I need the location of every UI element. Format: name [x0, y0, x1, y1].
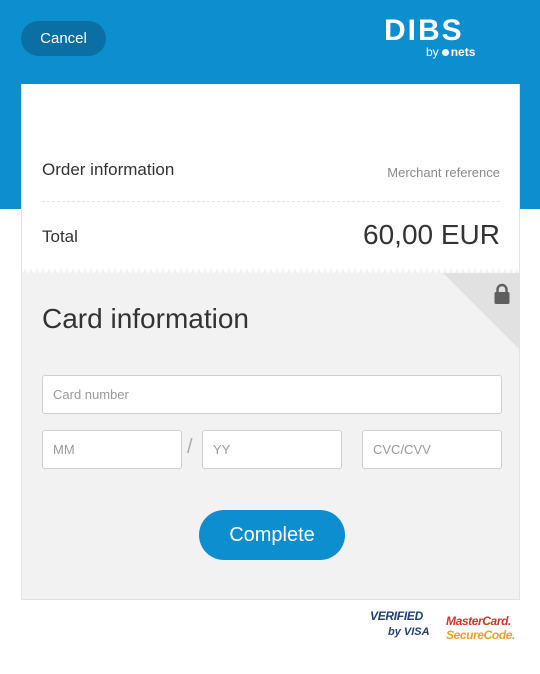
- date-separator: /: [187, 436, 193, 458]
- lock-icon: [494, 283, 510, 304]
- mastercard-text: MasterCard.: [446, 614, 511, 628]
- verified-by-visa-badge: VERIFIED by VISA: [370, 609, 430, 645]
- complete-button[interactable]: Complete: [199, 510, 345, 560]
- order-information-label: Order information: [42, 160, 175, 179]
- card-number-input[interactable]: [42, 375, 502, 414]
- merchant-reference: Merchant reference: [387, 165, 500, 180]
- total-value: 60,00 EUR: [363, 219, 500, 250]
- logo-nets: nets: [450, 45, 476, 59]
- logo-by: by: [426, 45, 439, 59]
- securecode-text: SecureCode.: [446, 628, 515, 642]
- mastercard-securecode-badge: MasterCard. SecureCode.: [446, 614, 518, 644]
- nets-dot-icon: [441, 49, 449, 57]
- payment-card: Order information Merchant reference Tot…: [21, 84, 520, 600]
- total-label: Total: [42, 227, 78, 246]
- expiry-year-input[interactable]: [202, 430, 342, 469]
- order-divider: [42, 201, 500, 202]
- expiry-month-input[interactable]: [42, 430, 182, 469]
- logo-wordmark: DIBS: [384, 14, 464, 47]
- dibs-logo: DIBS by nets: [384, 14, 484, 64]
- card-information-title: Card information: [42, 303, 249, 334]
- logo-tagline: by nets: [426, 45, 475, 59]
- by-visa-text: by VISA: [388, 626, 430, 638]
- cancel-button[interactable]: Cancel: [21, 21, 106, 56]
- cvc-input[interactable]: [362, 430, 502, 469]
- card-information-section: Card information / Complete: [22, 268, 519, 599]
- verified-text: VERIFIED: [370, 609, 423, 623]
